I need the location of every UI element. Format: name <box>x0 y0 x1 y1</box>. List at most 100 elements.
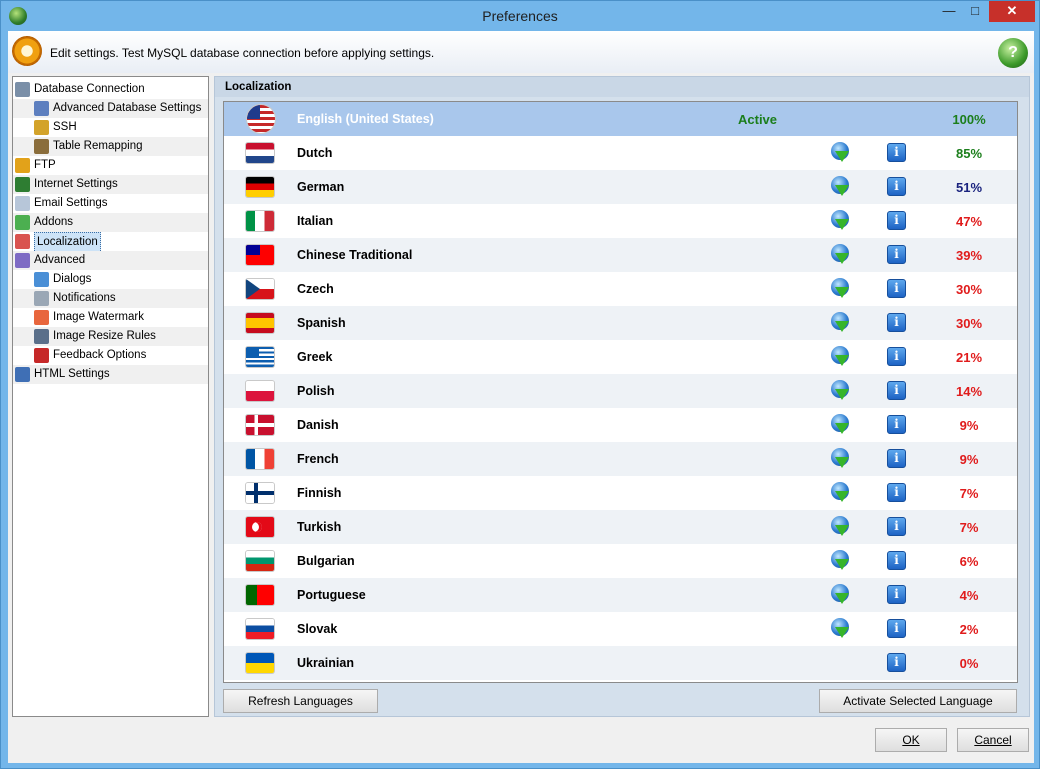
download-globe-icon[interactable] <box>830 618 852 640</box>
down-arrow-shape <box>835 559 849 570</box>
tree-item-label: FTP <box>34 159 56 171</box>
tree-item-ssh[interactable]: SSH <box>13 118 208 137</box>
tree-item-dialogs[interactable]: Dialogs <box>13 270 208 289</box>
translation-percent: 30% <box>955 282 983 297</box>
refresh-languages-button[interactable]: Refresh Languages <box>223 689 378 713</box>
translation-percent: 2% <box>959 622 979 637</box>
download-globe-icon[interactable] <box>830 346 852 368</box>
language-row[interactable]: German i 51% <box>224 170 1017 204</box>
info-icon[interactable]: i <box>887 143 906 162</box>
download-globe-icon[interactable] <box>830 448 852 470</box>
cancel-button[interactable]: Cancel <box>957 728 1029 752</box>
info-icon[interactable]: i <box>887 517 906 536</box>
language-row[interactable]: French i 9% <box>224 442 1017 476</box>
download-globe-icon[interactable] <box>830 142 852 164</box>
down-arrow-shape <box>835 355 849 366</box>
language-row[interactable]: Spanish i 30% <box>224 306 1017 340</box>
language-row[interactable]: Turkish i 7% <box>224 510 1017 544</box>
download-globe-icon[interactable] <box>830 244 852 266</box>
download-globe-icon[interactable] <box>830 414 852 436</box>
tree-item-html-settings[interactable]: HTML Settings <box>13 365 208 384</box>
language-row[interactable]: Chinese Traditional i 39% <box>224 238 1017 272</box>
download-globe-icon[interactable] <box>830 550 852 572</box>
info-icon[interactable]: i <box>887 415 906 434</box>
info-icon[interactable]: i <box>887 211 906 230</box>
language-row[interactable]: Ukrainian i 0% <box>224 646 1017 680</box>
tree-item-feedback-options[interactable]: Feedback Options <box>13 346 208 365</box>
translation-percent: 0% <box>959 656 979 671</box>
language-row[interactable]: English (United States) Active 100% <box>224 102 1017 136</box>
language-row[interactable]: Finnish i 7% <box>224 476 1017 510</box>
download-globe-icon[interactable] <box>830 278 852 300</box>
settings-tree[interactable]: Database Connection Advanced Database Set… <box>12 76 209 717</box>
language-row[interactable]: Greek i 21% <box>224 340 1017 374</box>
info-icon[interactable]: i <box>887 483 906 502</box>
info-icon[interactable]: i <box>887 381 906 400</box>
tree-item-image-resize-rules[interactable]: Image Resize Rules <box>13 327 208 346</box>
download-globe-icon[interactable] <box>830 312 852 334</box>
down-arrow-shape <box>835 389 849 400</box>
tree-item-image-watermark[interactable]: Image Watermark <box>13 308 208 327</box>
download-globe-icon[interactable] <box>830 380 852 402</box>
ok-button[interactable]: OK <box>875 728 947 752</box>
tree-item-label: Image Resize Rules <box>53 330 156 342</box>
download-globe-icon[interactable] <box>830 210 852 232</box>
language-row[interactable]: Portuguese i 4% <box>224 578 1017 612</box>
tree-item-ftp[interactable]: FTP <box>13 156 208 175</box>
header-text: Edit settings. Test MySQL database conne… <box>50 46 435 60</box>
info-icon[interactable]: i <box>887 279 906 298</box>
language-name: English (United States) <box>297 112 434 126</box>
flag-cz-icon <box>246 279 274 299</box>
language-list[interactable]: English (United States) Active 100% Dutch i 8… <box>223 101 1018 683</box>
info-icon[interactable]: i <box>887 245 906 264</box>
tree-item-internet-settings[interactable]: Internet Settings <box>13 175 208 194</box>
download-globe-icon[interactable] <box>830 176 852 198</box>
flag-cross <box>246 423 274 427</box>
translation-percent: 21% <box>955 350 983 365</box>
download-globe-icon[interactable] <box>830 482 852 504</box>
tree-item-advanced-database-settings[interactable]: Advanced Database Settings <box>13 99 208 118</box>
info-icon[interactable]: i <box>887 177 906 196</box>
watermark-icon <box>34 310 49 325</box>
language-row[interactable]: Danish i 9% <box>224 408 1017 442</box>
maximize-button[interactable]: □ <box>962 1 988 22</box>
tree-item-addons[interactable]: Addons <box>13 213 208 232</box>
resize-icon <box>34 329 49 344</box>
notification-icon <box>34 291 49 306</box>
flag-cross <box>246 491 274 495</box>
minimize-button[interactable]: — <box>936 1 962 22</box>
tree-item-notifications[interactable]: Notifications <box>13 289 208 308</box>
activate-language-button[interactable]: Activate Selected Language <box>819 689 1017 713</box>
help-icon[interactable]: ? <box>998 38 1028 68</box>
title-bar[interactable]: Preferences — □ ✕ <box>1 1 1039 31</box>
tree-item-database-connection[interactable]: Database Connection <box>13 80 208 99</box>
language-row[interactable]: Italian i 47% <box>224 204 1017 238</box>
translation-percent: 14% <box>955 384 983 399</box>
info-icon[interactable]: i <box>887 347 906 366</box>
info-icon[interactable]: i <box>887 313 906 332</box>
info-icon[interactable]: i <box>887 551 906 570</box>
language-row[interactable]: Dutch i 85% <box>224 136 1017 170</box>
tree-item-label: Dialogs <box>53 273 92 285</box>
info-icon[interactable]: i <box>887 449 906 468</box>
tree-item-advanced[interactable]: Advanced <box>13 251 208 270</box>
tree-item-label: Advanced Database Settings <box>53 102 202 114</box>
info-icon[interactable]: i <box>887 619 906 638</box>
tree-item-localization[interactable]: Localization <box>13 232 208 253</box>
tree-item-label: Advanced <box>34 254 86 266</box>
down-arrow-shape <box>835 287 849 298</box>
language-row[interactable]: Polish i 14% <box>224 374 1017 408</box>
flag-fr-icon <box>246 449 274 469</box>
tree-item-table-remapping[interactable]: Table Remapping <box>13 137 208 156</box>
language-row[interactable]: Slovak i 2% <box>224 612 1017 646</box>
tree-item-email-settings[interactable]: Email Settings <box>13 194 208 213</box>
info-icon[interactable]: i <box>887 585 906 604</box>
flag-tw-icon <box>246 245 274 265</box>
info-icon[interactable]: i <box>887 653 906 672</box>
download-globe-icon[interactable] <box>830 584 852 606</box>
close-button[interactable]: ✕ <box>989 1 1035 22</box>
download-globe-icon[interactable] <box>830 516 852 538</box>
language-row[interactable]: Bulgarian i 6% <box>224 544 1017 578</box>
down-arrow-shape <box>835 321 849 332</box>
language-row[interactable]: Czech i 30% <box>224 272 1017 306</box>
